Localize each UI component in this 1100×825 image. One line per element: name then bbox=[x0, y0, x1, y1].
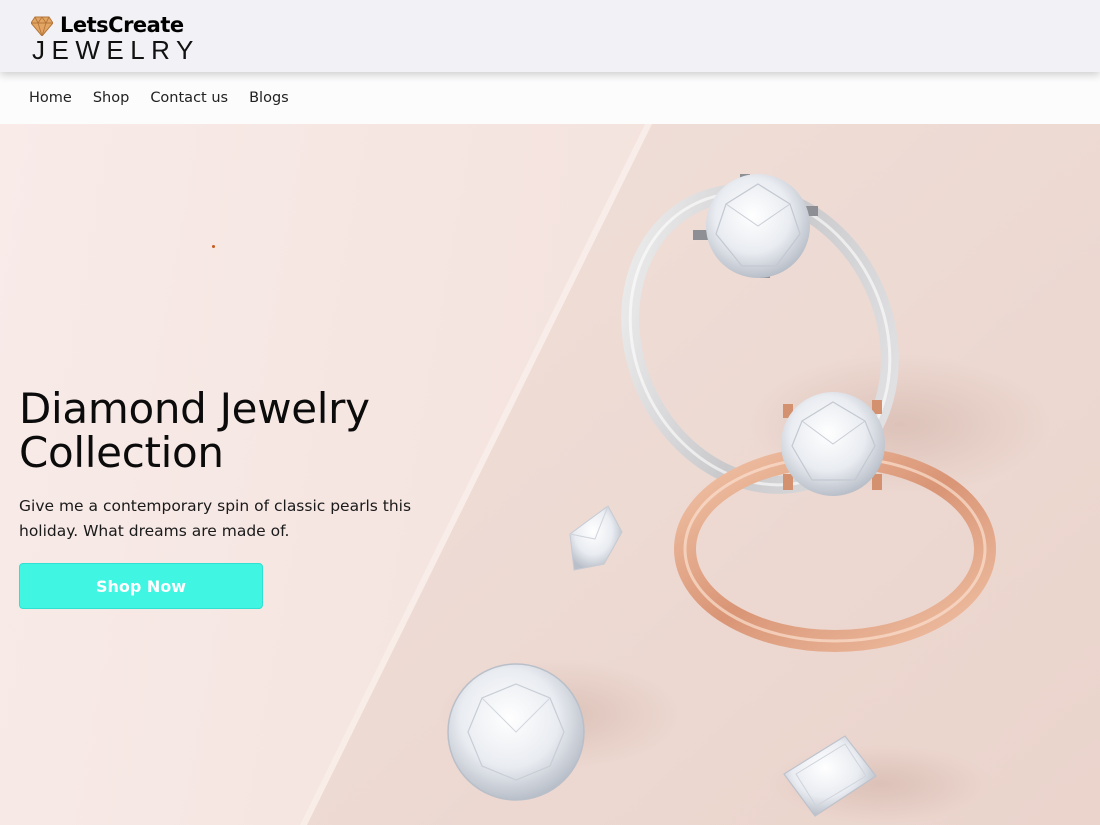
main-navigation: Home Shop Contact us Blogs bbox=[0, 72, 1100, 124]
nav-item-contact: Contact us bbox=[150, 89, 228, 107]
brand-subtitle: JEWELRY bbox=[32, 35, 200, 65]
decorative-dot bbox=[212, 245, 215, 248]
nav-link-blogs[interactable]: Blogs bbox=[249, 90, 289, 106]
hero-banner: Diamond Jewelry Collection Give me a con… bbox=[0, 124, 1100, 825]
diamond-icon bbox=[31, 16, 53, 36]
site-header: LetsCreate JEWELRY bbox=[0, 0, 1100, 72]
nav-link-shop[interactable]: Shop bbox=[93, 90, 129, 106]
site-logo[interactable]: LetsCreate JEWELRY bbox=[31, 12, 211, 64]
hero-title: Diamond Jewelry Collection bbox=[19, 384, 370, 477]
nav-item-shop: Shop bbox=[93, 89, 129, 107]
nav-item-home: Home bbox=[29, 89, 72, 107]
hero-subtitle: Give me a contemporary spin of classic p… bbox=[19, 497, 412, 540]
nav-item-blogs: Blogs bbox=[249, 89, 289, 107]
nav-link-contact[interactable]: Contact us bbox=[150, 90, 228, 106]
nav-list: Home Shop Contact us Blogs bbox=[29, 89, 289, 107]
nav-link-home[interactable]: Home bbox=[29, 90, 72, 106]
shop-now-button[interactable]: Shop Now bbox=[19, 563, 263, 609]
